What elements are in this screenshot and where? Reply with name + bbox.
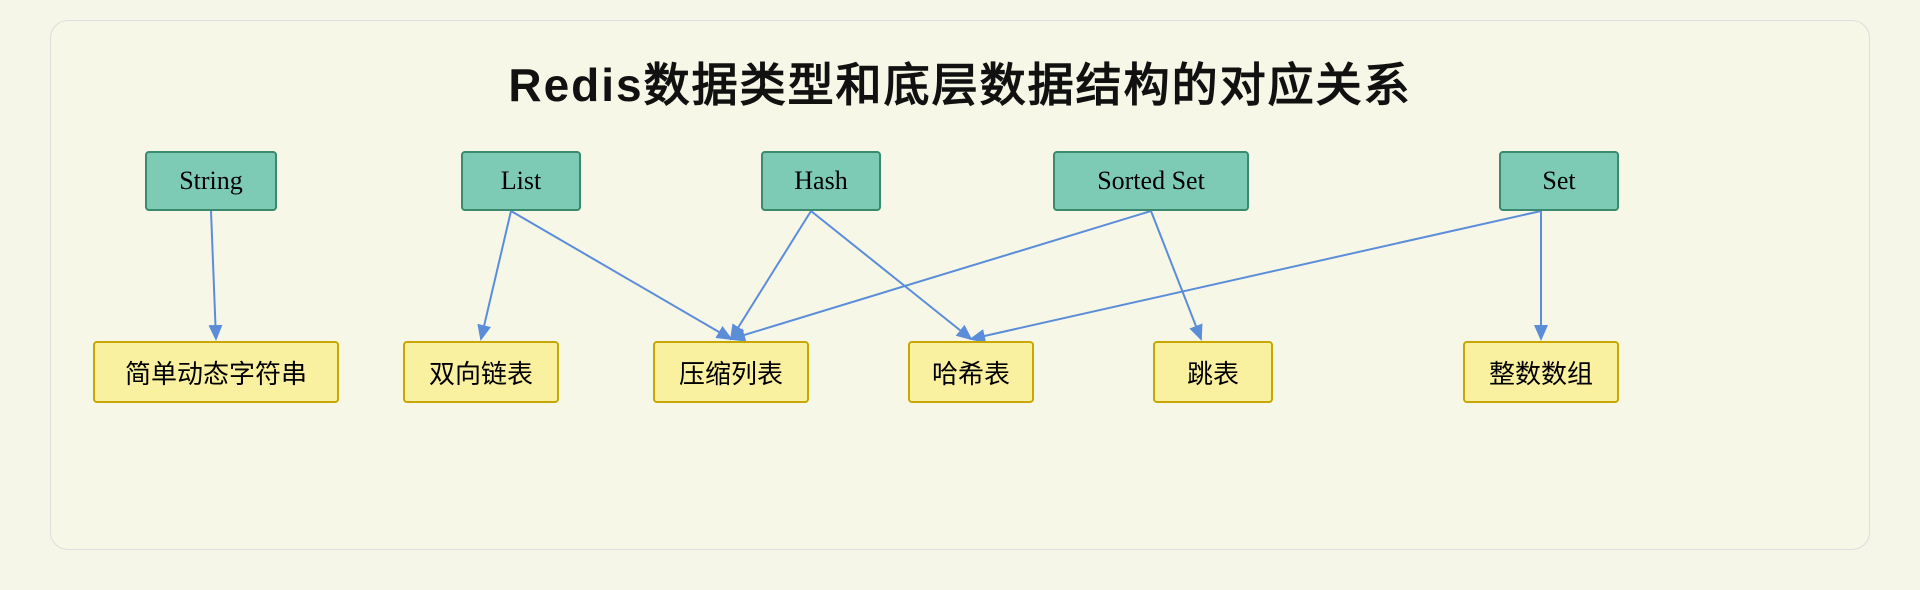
top-box-hash: Hash xyxy=(761,151,881,211)
diagram-area: String List Hash Sorted Set Set 简单动态字符串 双向链表 压缩… xyxy=(51,141,1869,549)
bottom-box-linkedlist: 双向链表 xyxy=(403,341,559,403)
bottom-box-sds: 简单动态字符串 xyxy=(93,341,339,403)
bottom-box-intset: 整数数组 xyxy=(1463,341,1619,403)
bottom-box-ziplist: 压缩列表 xyxy=(653,341,809,403)
bottom-box-skiplist: 跳表 xyxy=(1153,341,1273,403)
bottom-box-hashtable: 哈希表 xyxy=(908,341,1034,403)
top-box-list: List xyxy=(461,151,581,211)
top-box-sortedset: Sorted Set xyxy=(1053,151,1249,211)
top-box-string: String xyxy=(145,151,277,211)
page-title: Redis数据类型和底层数据结构的对应关系 xyxy=(51,21,1869,115)
main-container: Redis数据类型和底层数据结构的对应关系 String List Hash Sort… xyxy=(50,20,1870,550)
top-box-set: Set xyxy=(1499,151,1619,211)
